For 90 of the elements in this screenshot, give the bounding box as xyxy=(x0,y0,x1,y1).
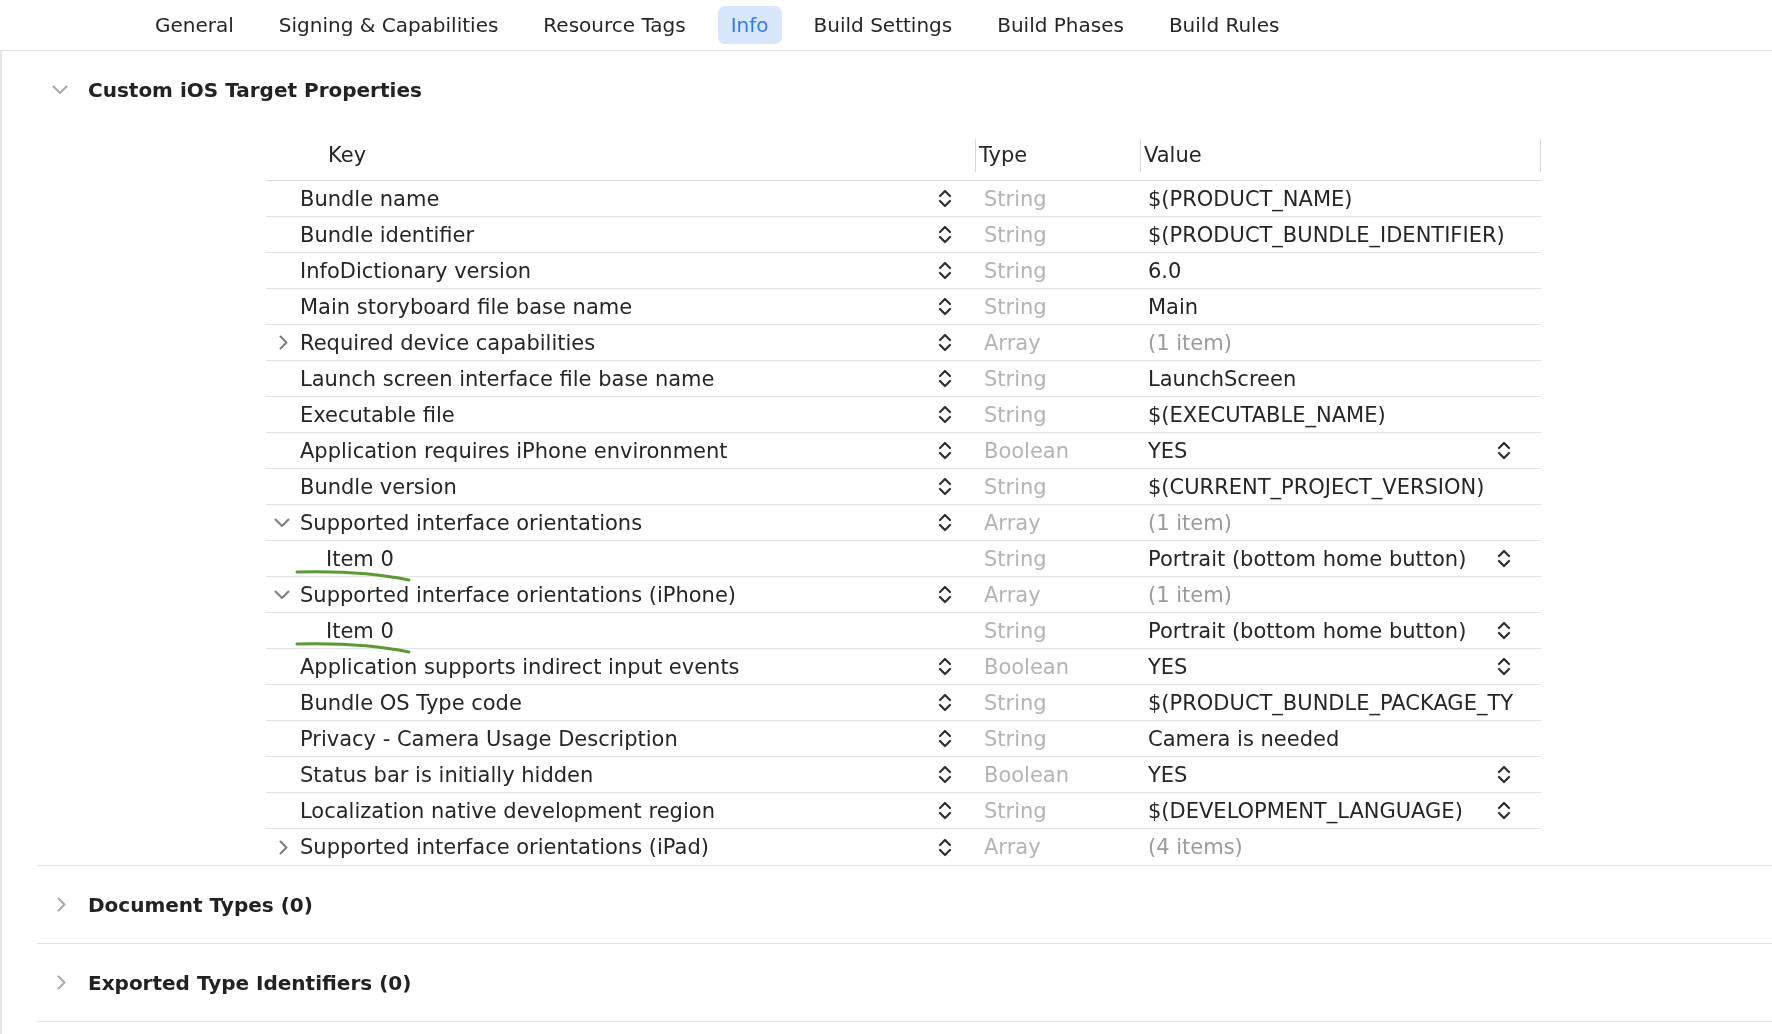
column-header[interactable]: Key xyxy=(328,145,367,165)
type-label: Array xyxy=(984,512,1041,533)
type-label: Boolean xyxy=(984,440,1070,461)
key-label: Item 0 xyxy=(326,548,394,569)
up-down-chevrons-icon[interactable] xyxy=(938,332,952,353)
key-label: Executable file xyxy=(300,404,455,425)
property-value: (1 item) xyxy=(1148,584,1232,605)
up-down-chevrons-icon[interactable] xyxy=(938,404,952,425)
column-header[interactable]: Type xyxy=(979,145,1028,165)
property-value: (1 item) xyxy=(1148,512,1232,533)
tab[interactable]: Resource Tags xyxy=(530,6,699,44)
up-down-chevrons-icon[interactable] xyxy=(938,836,952,858)
property-value: Portrait (bottom home button) xyxy=(1148,620,1467,641)
type-label: String xyxy=(984,224,1047,245)
type-label: Array xyxy=(984,332,1041,353)
up-down-chevrons-icon[interactable] xyxy=(938,512,952,533)
type-label: Boolean xyxy=(984,764,1070,785)
up-down-chevrons-icon[interactable] xyxy=(938,764,952,785)
key-label: Supported interface orientations xyxy=(300,512,643,533)
property-value: Main xyxy=(1148,296,1199,317)
key-label: Required device capabilities xyxy=(300,332,596,353)
tab[interactable]: Build Settings xyxy=(800,6,966,44)
type-label: String xyxy=(984,368,1047,389)
property-value: (1 item) xyxy=(1148,332,1232,353)
type-label: String xyxy=(984,260,1047,281)
property-value: 6.0 xyxy=(1148,260,1182,281)
key-label: Item 0 xyxy=(326,620,394,641)
type-label: String xyxy=(984,692,1047,713)
up-down-chevrons-icon[interactable] xyxy=(1497,800,1511,821)
property-value: YES xyxy=(1148,656,1188,677)
type-label: String xyxy=(984,296,1047,317)
type-label: String xyxy=(984,728,1047,749)
key-label: Privacy - Camera Usage Description xyxy=(300,728,678,749)
up-down-chevrons-icon[interactable] xyxy=(938,476,952,497)
up-down-chevrons-icon[interactable] xyxy=(938,188,952,209)
up-down-chevrons-icon[interactable] xyxy=(1497,620,1511,641)
section-title: Document Types (0) xyxy=(88,891,313,919)
type-label: Boolean xyxy=(984,656,1070,677)
up-down-chevrons-icon[interactable] xyxy=(938,296,952,317)
column-header[interactable]: Value xyxy=(1144,145,1202,165)
key-label: Main storyboard file base name xyxy=(300,296,633,317)
chevron-right-icon[interactable] xyxy=(279,839,288,855)
type-label: String xyxy=(984,188,1047,209)
type-label: String xyxy=(984,404,1047,425)
key-label: Launch screen interface file base name xyxy=(300,368,715,389)
key-label: Bundle name xyxy=(300,188,440,209)
type-label: String xyxy=(984,800,1047,821)
up-down-chevrons-icon[interactable] xyxy=(1497,548,1511,569)
key-label: InfoDictionary version xyxy=(300,260,532,281)
tab[interactable]: Signing & Capabilities xyxy=(265,6,512,44)
key-label: Application requires iPhone environment xyxy=(300,440,728,461)
key-label: Bundle identifier xyxy=(300,224,475,245)
key-label: Supported interface orientations (iPhone) xyxy=(300,584,737,605)
up-down-chevrons-icon[interactable] xyxy=(938,260,952,281)
property-value: YES xyxy=(1148,764,1188,785)
up-down-chevrons-icon[interactable] xyxy=(1497,440,1511,461)
up-down-chevrons-icon[interactable] xyxy=(1497,764,1511,785)
tab[interactable]: Build Phases xyxy=(984,6,1137,44)
tab[interactable]: Build Rules xyxy=(1155,6,1293,44)
chevron-down-icon[interactable] xyxy=(274,517,290,528)
key-label: Application supports indirect input events xyxy=(300,656,740,677)
key-label: Bundle OS Type code xyxy=(300,692,522,713)
up-down-chevrons-icon[interactable] xyxy=(938,800,952,821)
type-label: Array xyxy=(984,837,1041,857)
type-label: String xyxy=(984,548,1047,569)
section-title: Custom iOS Target Properties xyxy=(88,76,422,104)
up-down-chevrons-icon[interactable] xyxy=(938,368,952,389)
key-label: Supported interface orientations (iPad) xyxy=(300,837,709,857)
up-down-chevrons-icon[interactable] xyxy=(938,656,952,677)
tab[interactable]: General xyxy=(142,6,247,44)
property-value: (4 items) xyxy=(1148,837,1243,857)
up-down-chevrons-icon[interactable] xyxy=(1497,656,1511,677)
property-value: YES xyxy=(1148,440,1188,461)
type-label: Array xyxy=(984,584,1041,605)
up-down-chevrons-icon[interactable] xyxy=(938,728,952,749)
key-label: Status bar is initially hidden xyxy=(300,764,594,785)
chevron-right-icon[interactable] xyxy=(279,335,288,350)
up-down-chevrons-icon[interactable] xyxy=(938,440,952,461)
up-down-chevrons-icon[interactable] xyxy=(938,692,952,713)
up-down-chevrons-icon[interactable] xyxy=(938,584,952,605)
type-label: String xyxy=(984,620,1047,641)
property-value: LaunchScreen xyxy=(1148,368,1297,389)
section-title: Exported Type Identifiers (0) xyxy=(88,969,412,997)
chevron-down-icon[interactable] xyxy=(274,589,290,600)
property-value: Camera is needed xyxy=(1148,728,1340,749)
type-label: String xyxy=(984,476,1047,497)
property-value: Portrait (bottom home button) xyxy=(1148,548,1467,569)
key-label: Localization native development region xyxy=(300,800,715,821)
up-down-chevrons-icon[interactable] xyxy=(938,224,952,245)
key-label: Bundle version xyxy=(300,476,457,497)
